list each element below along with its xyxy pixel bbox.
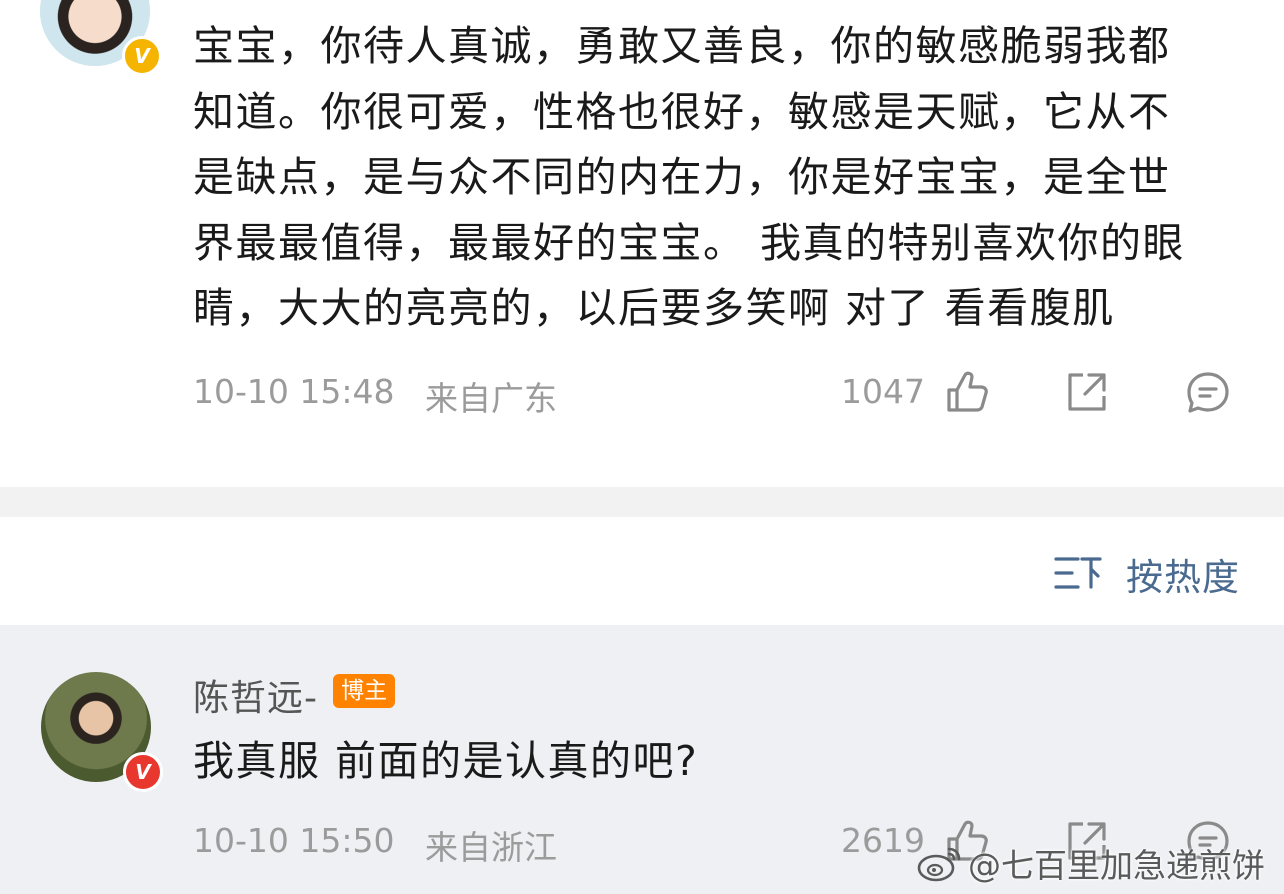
blogger-badge: 博主 xyxy=(333,674,396,708)
comment-text-line: 是缺点，是与众不同的内在力，你是好宝宝，是全世 xyxy=(193,153,1171,201)
sort-bar: 按热度 xyxy=(0,517,1284,625)
like-count: 1047 xyxy=(841,372,925,411)
avatar[interactable]: V xyxy=(41,672,163,792)
comment-text: 宝宝，你待人真诚，勇敢又善良，你的敏感脆弱我都 知道。你很可爱，性格也很好，敏感… xyxy=(193,14,1243,342)
sort-by-hot-button[interactable]: 按热度 xyxy=(1126,547,1240,601)
verified-badge-icon: V xyxy=(123,752,163,792)
sort-icon[interactable] xyxy=(1054,555,1102,591)
location: 来自浙江 xyxy=(425,828,557,867)
timestamp: 10-10 15:48 xyxy=(193,372,395,411)
comment-text-line: 知道。你很可爱，性格也很好，敏感是天赋，它从不 xyxy=(193,87,1171,136)
verified-badge-icon: V xyxy=(122,36,162,76)
avatar[interactable]: V xyxy=(40,0,162,76)
comment-icon[interactable] xyxy=(1185,370,1231,414)
like-count: 2619 xyxy=(841,821,925,860)
comment-text-line: 宝宝，你待人真诚，勇敢又善良，你的敏感脆弱我都 xyxy=(193,22,1171,70)
watermark-text: @七百里加急递煎饼 xyxy=(968,846,1265,885)
comment-item: V 宝宝，你待人真诚，勇敢又善良，你的敏感脆弱我都 知道。你很可爱，性格也很好，… xyxy=(0,0,1284,487)
username-row: 陈哲远- 博主 xyxy=(193,669,396,719)
section-divider xyxy=(0,487,1284,517)
weibo-logo-icon xyxy=(917,847,961,882)
comment-text-line: 界最最值得，最最好的宝宝。 我真的特别喜欢你的眼 xyxy=(193,218,1186,267)
timestamp: 10-10 15:50 xyxy=(193,821,395,860)
watermark: @七百里加急递煎饼 xyxy=(916,838,1265,888)
location: 来自广东 xyxy=(425,379,557,418)
comment-text: 我真服 前面的是认真的吧? xyxy=(193,737,699,785)
comment-meta: 10-10 15:48 来自广东 1047 xyxy=(193,366,1253,418)
comment-text-line: 睛，大大的亮亮的，以后要多笑啊 对了 看看腹肌 xyxy=(193,284,1115,332)
page: V 宝宝，你待人真诚，勇敢又善良，你的敏感脆弱我都 知道。你很可爱，性格也很好，… xyxy=(0,0,1284,894)
like-icon[interactable] xyxy=(945,370,991,414)
share-icon[interactable] xyxy=(1065,370,1109,414)
username[interactable]: 陈哲远- xyxy=(193,678,318,719)
